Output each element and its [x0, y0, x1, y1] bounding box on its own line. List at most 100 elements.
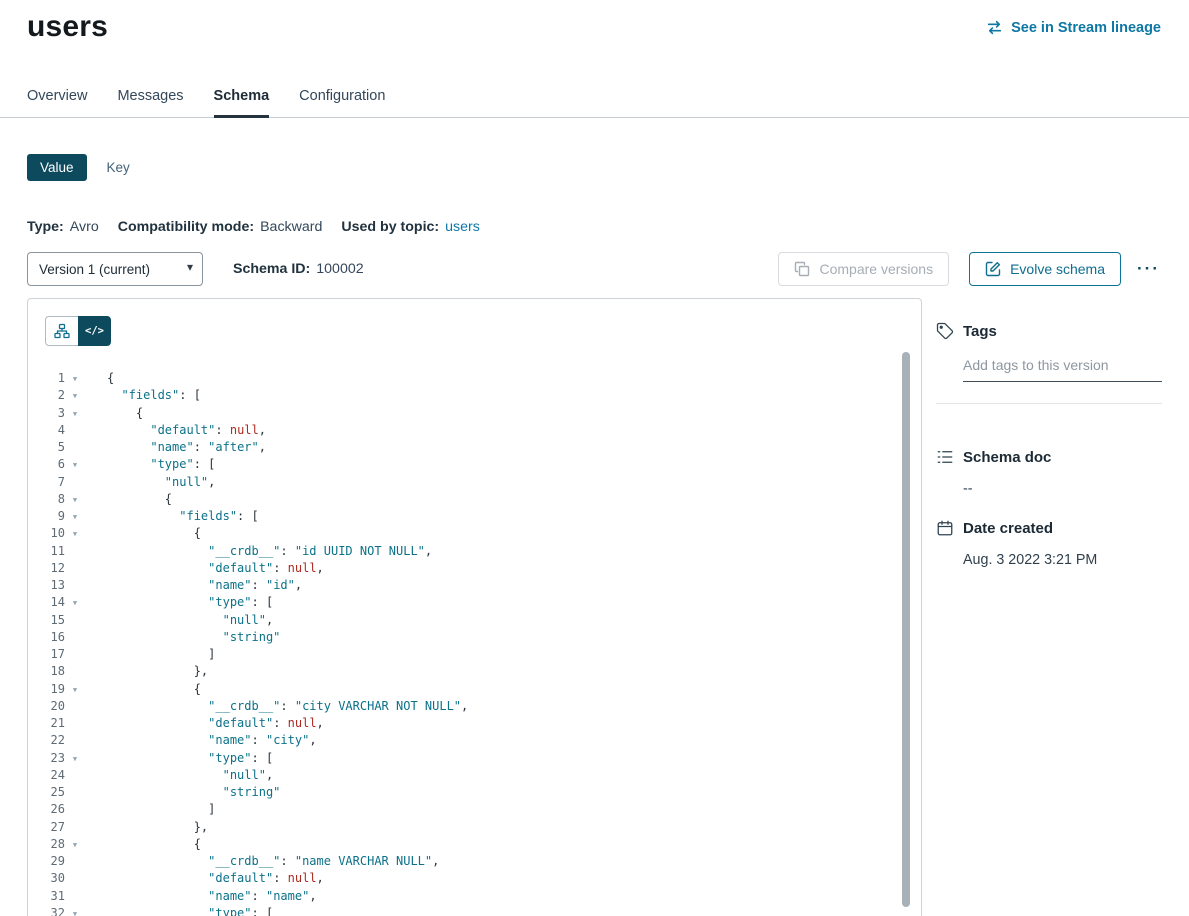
schema-id-field: Schema ID:100002 — [233, 261, 364, 277]
fold-spacer — [65, 439, 85, 456]
fold-toggle-icon[interactable]: ▼ — [65, 905, 85, 916]
code-text: "default": null, — [85, 870, 324, 887]
line-number: 6 — [28, 456, 65, 473]
stream-lineage-link[interactable]: See in Stream lineage — [986, 19, 1161, 36]
line-number: 12 — [28, 560, 65, 577]
code-text: { — [85, 370, 114, 387]
editor-view-toggle: </> — [28, 299, 921, 346]
code-text: "fields": [ — [85, 508, 259, 525]
fold-toggle-icon[interactable]: ▼ — [65, 405, 85, 422]
line-number: 11 — [28, 543, 65, 560]
schema-sidebar: Tags Schema doc -- Date created Aug. 3 2… — [936, 298, 1162, 568]
fold-spacer — [65, 715, 85, 732]
type-value: Avro — [70, 219, 99, 235]
code-line: 18 }, — [28, 663, 921, 680]
version-select[interactable]: Version 1 (current) — [27, 252, 203, 286]
code-line: 29 "__crdb__": "name VARCHAR NULL", — [28, 853, 921, 870]
code-text: "string" — [85, 784, 280, 801]
line-number: 13 — [28, 577, 65, 594]
more-menu-button[interactable]: ··· — [1135, 255, 1162, 283]
code-text: "default": null, — [85, 715, 324, 732]
header: users See in Stream lineage — [0, 0, 1189, 44]
code-line: 30 "default": null, — [28, 870, 921, 887]
code-line: 31 "name": "name", — [28, 888, 921, 905]
code-text: "default": null, — [85, 422, 266, 439]
tab-schema[interactable]: Schema — [214, 88, 270, 117]
fold-toggle-icon[interactable]: ▼ — [65, 456, 85, 473]
key-tab-button[interactable]: Key — [107, 154, 130, 181]
code-text: { — [85, 491, 172, 508]
fold-toggle-icon[interactable]: ▼ — [65, 750, 85, 767]
code-line: 22 "name": "city", — [28, 732, 921, 749]
type-label: Type: — [27, 219, 64, 235]
topic-field: Used by topic:users — [341, 219, 479, 235]
code-text: "name": "city", — [85, 732, 317, 749]
fold-spacer — [65, 853, 85, 870]
fold-toggle-icon[interactable]: ▼ — [65, 836, 85, 853]
tab-overview[interactable]: Overview — [27, 88, 87, 117]
code-view-toggle-button[interactable]: </> — [78, 316, 111, 346]
line-number: 17 — [28, 646, 65, 663]
fold-spacer — [65, 474, 85, 491]
line-number: 27 — [28, 819, 65, 836]
line-number: 19 — [28, 681, 65, 698]
tab-configuration[interactable]: Configuration — [299, 88, 385, 117]
code-text: { — [85, 681, 201, 698]
fold-spacer — [65, 543, 85, 560]
tags-input[interactable] — [963, 355, 1162, 382]
line-number: 4 — [28, 422, 65, 439]
fold-toggle-icon[interactable]: ▼ — [65, 525, 85, 542]
line-number: 25 — [28, 784, 65, 801]
code-text: "__crdb__": "id UUID NOT NULL", — [85, 543, 432, 560]
line-number: 21 — [28, 715, 65, 732]
code-line: 5 "name": "after", — [28, 439, 921, 456]
stream-lineage-icon — [986, 19, 1003, 36]
calendar-icon — [936, 519, 954, 537]
line-number: 28 — [28, 836, 65, 853]
fold-toggle-icon[interactable]: ▼ — [65, 491, 85, 508]
code-line: 15 "null", — [28, 612, 921, 629]
editor-scrollbar-thumb[interactable] — [902, 352, 910, 907]
value-tab-button[interactable]: Value — [27, 154, 87, 181]
compatibility-value: Backward — [260, 219, 322, 235]
code-line: 20 "__crdb__": "city VARCHAR NOT NULL", — [28, 698, 921, 715]
line-number: 32 — [28, 905, 65, 916]
line-number: 22 — [28, 732, 65, 749]
line-number: 31 — [28, 888, 65, 905]
line-number: 23 — [28, 750, 65, 767]
schema-doc-value: -- — [963, 481, 1162, 497]
fold-spacer — [65, 801, 85, 818]
schema-doc-title: Schema doc — [963, 449, 1051, 466]
code-text: "null", — [85, 612, 273, 629]
tree-view-toggle-button[interactable] — [45, 316, 78, 346]
tree-view-icon — [54, 323, 70, 339]
topic-link[interactable]: users — [445, 219, 480, 235]
fold-toggle-icon[interactable]: ▼ — [65, 370, 85, 387]
fold-toggle-icon[interactable]: ▼ — [65, 681, 85, 698]
evolve-schema-button[interactable]: Evolve schema — [969, 252, 1121, 286]
compare-versions-button[interactable]: Compare versions — [778, 252, 949, 286]
key-value-toggle: Value Key — [27, 154, 1189, 181]
sidebar-divider — [936, 403, 1162, 404]
schema-id-value: 100002 — [316, 261, 363, 277]
code-text: { — [85, 525, 201, 542]
fold-spacer — [65, 560, 85, 577]
fold-spacer — [65, 612, 85, 629]
schema-doc-icon — [936, 448, 954, 466]
code-line: 6▼ "type": [ — [28, 456, 921, 473]
line-number: 18 — [28, 663, 65, 680]
fold-toggle-icon[interactable]: ▼ — [65, 508, 85, 525]
line-number: 30 — [28, 870, 65, 887]
fold-spacer — [65, 646, 85, 663]
code-text: "__crdb__": "name VARCHAR NULL", — [85, 853, 439, 870]
code-text: "null", — [85, 474, 215, 491]
code-line: 27 }, — [28, 819, 921, 836]
content-area: </> 1▼{2▼ "fields": [3▼ {4 "default": nu… — [27, 298, 1162, 916]
edit-schema-icon — [985, 261, 1001, 277]
code-line: 3▼ { — [28, 405, 921, 422]
fold-toggle-icon[interactable]: ▼ — [65, 387, 85, 404]
code-line: 19▼ { — [28, 681, 921, 698]
tab-messages[interactable]: Messages — [117, 88, 183, 117]
fold-toggle-icon[interactable]: ▼ — [65, 594, 85, 611]
code-line: 13 "name": "id", — [28, 577, 921, 594]
